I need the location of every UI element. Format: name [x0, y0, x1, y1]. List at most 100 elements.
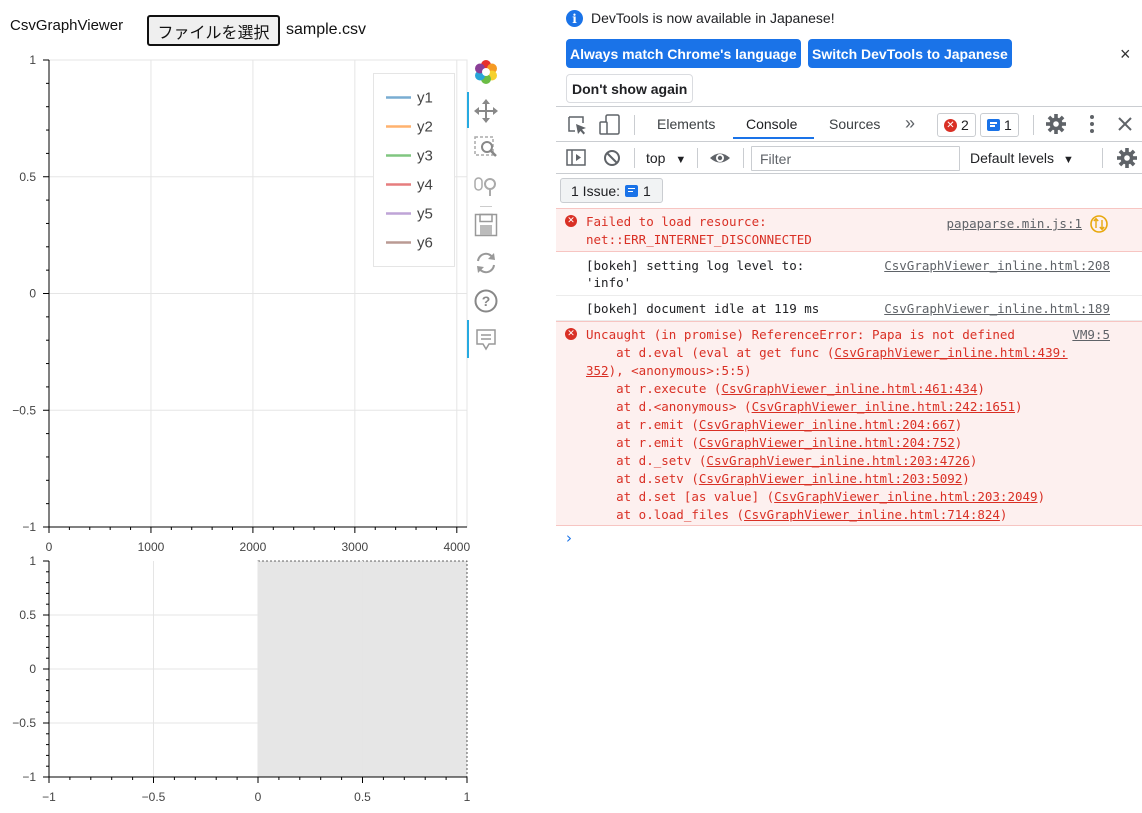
wheel-zoom-icon[interactable]: [473, 173, 499, 199]
divider: [1033, 115, 1034, 135]
stack-trace-line: at d.eval (eval at get func (CsvGraphVie…: [586, 344, 1068, 362]
settings-gear-icon[interactable]: [1045, 113, 1067, 135]
console-message: ✕ Failed to load resource: net::ERR_INTE…: [556, 208, 1142, 252]
y-tick-label: 0: [29, 287, 36, 301]
network-request-icon[interactable]: [1089, 214, 1109, 234]
issues-button[interactable]: 1 Issue: 1: [560, 178, 663, 203]
y-tick-label: −1: [22, 520, 36, 534]
legend[interactable]: y1 y2 y3 y4 y5 y6: [373, 73, 455, 267]
stack-frame-text: at d.setv (: [586, 471, 699, 486]
pan-active-indicator: [467, 92, 469, 128]
device-toolbar-icon[interactable]: [598, 113, 622, 137]
range-plot[interactable]: −1 −0.5 0 0.5 1 1 0.5 0 −0.5 −1: [0, 550, 480, 813]
stack-frame-link[interactable]: CsvGraphViewer_inline.html:203:5092: [699, 471, 962, 486]
inspect-element-icon[interactable]: [566, 114, 588, 136]
legend-label: y3: [417, 148, 433, 165]
legend-label: y5: [417, 206, 433, 223]
issue-message-icon: [625, 184, 639, 197]
stack-frame-link[interactable]: CsvGraphViewer_inline.html:714:824: [744, 507, 1000, 522]
main-plot[interactable]: 0 1000 2000 3000 400010.50−0.5−1 y1y2y3y4y5y…: [0, 50, 480, 560]
message-source-link[interactable]: VM9:5: [1072, 326, 1110, 344]
filter-input[interactable]: [751, 146, 960, 171]
message-text: Failed to load resource:: [586, 214, 767, 229]
log-levels-dropdown[interactable]: Default levels ▼: [970, 150, 1074, 166]
message-count-badge[interactable]: 1: [980, 113, 1019, 137]
divider: [1102, 148, 1103, 168]
reset-icon[interactable]: [473, 250, 499, 276]
close-devtools-icon[interactable]: [1116, 115, 1134, 133]
y-tick-label: 0.5: [19, 170, 36, 184]
selected-file-name: sample.csv: [286, 21, 367, 38]
message-text: Uncaught (in promise) ReferenceError: Pa…: [586, 327, 1015, 342]
stack-frame-text: ), <anonymous>:5:5): [608, 363, 752, 378]
sidebar-toggle-icon[interactable]: [565, 148, 587, 168]
box-zoom-icon[interactable]: [473, 135, 499, 161]
context-selector[interactable]: top ▼: [646, 150, 686, 166]
stack-frame-link[interactable]: CsvGraphViewer_inline.html:203:4726: [706, 453, 969, 468]
stack-frame-text: ): [954, 435, 963, 450]
save-icon[interactable]: [473, 212, 499, 238]
stack-frame-link[interactable]: CsvGraphViewer_inline.html:439:: [834, 345, 1067, 360]
console-message: ✕ Uncaught (in promise) ReferenceError: …: [556, 321, 1142, 526]
live-expression-eye-icon[interactable]: [708, 149, 732, 167]
stack-frame-link[interactable]: CsvGraphViewer_inline.html:461:434: [721, 381, 977, 396]
tab-sources[interactable]: Sources: [829, 116, 880, 132]
message-text: [bokeh] setting log level to:: [586, 258, 805, 273]
pan-icon[interactable]: [473, 98, 499, 124]
stack-frame-text: at r.emit (: [586, 417, 699, 432]
switch-devtools-japanese-button[interactable]: Switch DevTools to Japanese: [808, 39, 1012, 68]
dont-show-again-button[interactable]: Don't show again: [566, 74, 694, 103]
clear-console-icon[interactable]: [602, 148, 622, 168]
legend-box: [373, 73, 455, 267]
legend-label: y6: [417, 235, 433, 252]
message-source-link[interactable]: CsvGraphViewer_inline.html:189: [884, 300, 1110, 318]
console-message: [bokeh] document idle at 119 ms CsvGraph…: [556, 296, 1142, 321]
divider: [556, 141, 1142, 142]
divider: [556, 173, 1142, 174]
console-prompt-icon[interactable]: ›: [566, 529, 572, 547]
divider: [634, 115, 635, 135]
message-count: 1: [1004, 117, 1012, 133]
stack-frame-text: at d.eval (eval at get func (: [586, 345, 835, 360]
stack-frame-text: ): [999, 507, 1008, 522]
message-text: 'info': [586, 275, 632, 290]
more-tabs-icon[interactable]: »: [905, 113, 915, 134]
stack-frame-text: at d.set [as value] (: [586, 489, 775, 504]
help-icon[interactable]: ?: [473, 288, 499, 314]
infobar-close-icon[interactable]: ×: [1120, 44, 1131, 65]
error-icon: ✕: [944, 118, 957, 132]
bokeh-logo-icon[interactable]: [472, 58, 500, 86]
log-levels-label: Default levels: [970, 150, 1055, 166]
stack-frame-link[interactable]: 352: [586, 363, 609, 378]
tab-elements[interactable]: Elements: [657, 116, 715, 132]
info-icon: i: [566, 10, 583, 27]
error-count-badge[interactable]: ✕ 2: [937, 113, 976, 137]
stack-frame-link[interactable]: CsvGraphViewer_inline.html:203:2049: [774, 489, 1037, 504]
stack-trace-line: at d.setv (CsvGraphViewer_inline.html:20…: [586, 470, 970, 488]
choose-file-button[interactable]: ファイルを選択: [147, 15, 280, 46]
x-tick-label: 0.5: [354, 790, 371, 804]
legend-label: y2: [417, 119, 433, 136]
stack-frame-link[interactable]: CsvGraphViewer_inline.html:204:752: [699, 435, 955, 450]
stack-frame-link[interactable]: CsvGraphViewer_inline.html:204:667: [699, 417, 955, 432]
tab-console[interactable]: Console: [746, 116, 797, 132]
stack-frame-text: at r.emit (: [586, 435, 699, 450]
divider: [743, 148, 744, 168]
stack-frame-text: at o.load_files (: [586, 507, 745, 522]
message-source-link[interactable]: CsvGraphViewer_inline.html:208: [884, 257, 1110, 275]
legend-label: y1: [417, 90, 433, 107]
app-title: CsvGraphViewer: [10, 17, 124, 34]
hover-icon[interactable]: [473, 327, 499, 353]
stack-frame-link[interactable]: CsvGraphViewer_inline.html:242:1651: [752, 399, 1015, 414]
always-match-language-button[interactable]: Always match Chrome's language: [566, 39, 801, 68]
console-settings-gear-icon[interactable]: [1116, 147, 1138, 169]
stack-frame-text: at d.<anonymous> (: [586, 399, 752, 414]
message-icon: [987, 119, 1000, 131]
x-tick-label: 0: [255, 790, 262, 804]
more-options-icon[interactable]: [1082, 113, 1102, 135]
context-label: top: [646, 150, 666, 166]
message-source-link[interactable]: papaparse.min.js:1: [947, 215, 1082, 233]
x-tick-label: −1: [42, 790, 56, 804]
message-text: net::ERR_INTERNET_DISCONNECTED: [586, 232, 812, 247]
stack-frame-text: ): [1014, 399, 1023, 414]
